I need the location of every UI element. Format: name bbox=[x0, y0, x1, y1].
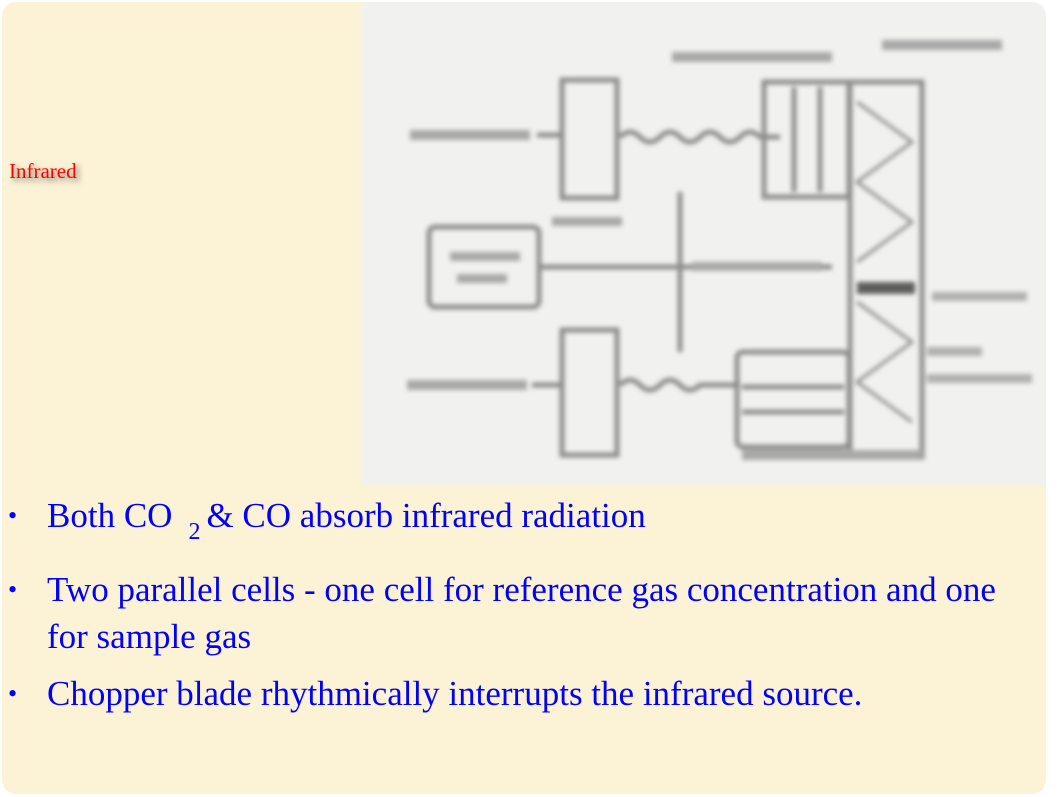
diaphragm bbox=[857, 282, 915, 294]
label-sample-gas-cell bbox=[672, 52, 832, 62]
diagram-drawing bbox=[407, 40, 1032, 460]
label-output bbox=[927, 374, 1032, 383]
label-infrared-source-top bbox=[410, 130, 530, 140]
reference-gas-cell bbox=[734, 349, 852, 450]
bullet-item: • Two parallel cells - one cell for refe… bbox=[8, 566, 1038, 660]
label-signal bbox=[927, 347, 982, 356]
label-reference-gas-cell bbox=[742, 450, 922, 460]
bullet-icon: • bbox=[8, 501, 18, 530]
bullet-text: Chopper blade rhythmically interrupts th… bbox=[47, 674, 863, 713]
ir-wave-top bbox=[618, 129, 780, 145]
label-chopper-blade bbox=[552, 217, 622, 226]
label-infrared-beam bbox=[692, 262, 822, 271]
label-diaphragm bbox=[932, 292, 1027, 301]
bullet-text: Two parallel cells - one cell for refere… bbox=[47, 570, 996, 656]
detector-column bbox=[847, 79, 925, 460]
label-infrared-source-bottom bbox=[407, 380, 527, 390]
bullet-icon: • bbox=[8, 679, 18, 708]
bullet-text-part: Both CO bbox=[47, 496, 173, 535]
slide: Infrared • Both CO 2 & CO absorb infrare… bbox=[2, 2, 1046, 794]
bullet-list: • Both CO 2 & CO absorb infrared radiation… bbox=[8, 492, 1038, 727]
slide-title: Infrared bbox=[9, 159, 77, 183]
ir-wave-bottom bbox=[618, 377, 740, 393]
bullet-item: • Chopper blade rhythmically interrupts … bbox=[8, 670, 1038, 717]
infrared-source-bottom bbox=[559, 327, 620, 458]
bullet-text-part: & CO absorb infrared radiation bbox=[206, 496, 646, 535]
label-detector-cell bbox=[882, 40, 1002, 50]
bullet-icon: • bbox=[8, 575, 18, 604]
analyzer-diagram bbox=[362, 2, 1046, 486]
chopper-motor bbox=[426, 224, 542, 310]
infrared-source-top bbox=[559, 77, 620, 201]
subscript-two: 2 bbox=[188, 519, 201, 545]
bullet-item: • Both CO 2 & CO absorb infrared radiation bbox=[8, 492, 1038, 556]
